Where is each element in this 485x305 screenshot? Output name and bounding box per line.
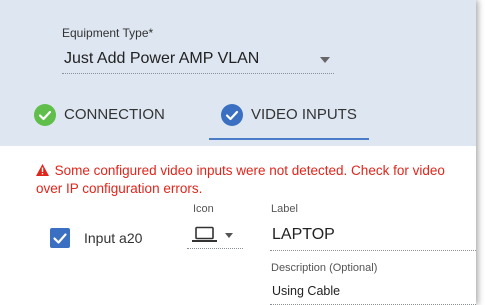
label-field-label: Label — [271, 203, 298, 215]
tab-connection[interactable]: CONNECTION — [34, 96, 174, 138]
checkmark-icon — [53, 233, 67, 244]
panel-header: Equipment Type* Just Add Power AMP VLAN … — [0, 0, 476, 146]
chevron-down-icon — [320, 57, 330, 63]
input-name: Input a20 — [84, 230, 143, 246]
icon-select[interactable] — [187, 222, 243, 249]
icon-field-label: Icon — [193, 203, 214, 215]
chevron-down-icon — [225, 233, 233, 238]
equipment-type-value: Just Add Power AMP VLAN — [64, 50, 260, 67]
description-field-label: Description (Optional) — [271, 262, 378, 274]
check-circle-icon — [221, 104, 243, 126]
tab-video-inputs[interactable]: VIDEO INPUTS — [209, 96, 369, 140]
tab-connection-label: CONNECTION — [64, 106, 165, 123]
equipment-type-select[interactable]: Just Add Power AMP VLAN — [62, 47, 334, 74]
warning-text: Some configured video inputs were not de… — [36, 163, 445, 196]
laptop-icon — [192, 226, 217, 242]
check-circle-icon — [34, 104, 56, 126]
equipment-type-label: Equipment Type* — [62, 26, 154, 40]
equipment-panel: Equipment Type* Just Add Power AMP VLAN … — [0, 0, 476, 305]
description-input[interactable] — [270, 278, 476, 305]
detection-warning: Some configured video inputs were not de… — [36, 162, 456, 198]
warning-triangle-icon — [36, 163, 53, 178]
label-input[interactable] — [270, 220, 476, 251]
input-enable-checkbox[interactable] — [50, 228, 70, 248]
tab-video-inputs-label: VIDEO INPUTS — [251, 106, 357, 123]
